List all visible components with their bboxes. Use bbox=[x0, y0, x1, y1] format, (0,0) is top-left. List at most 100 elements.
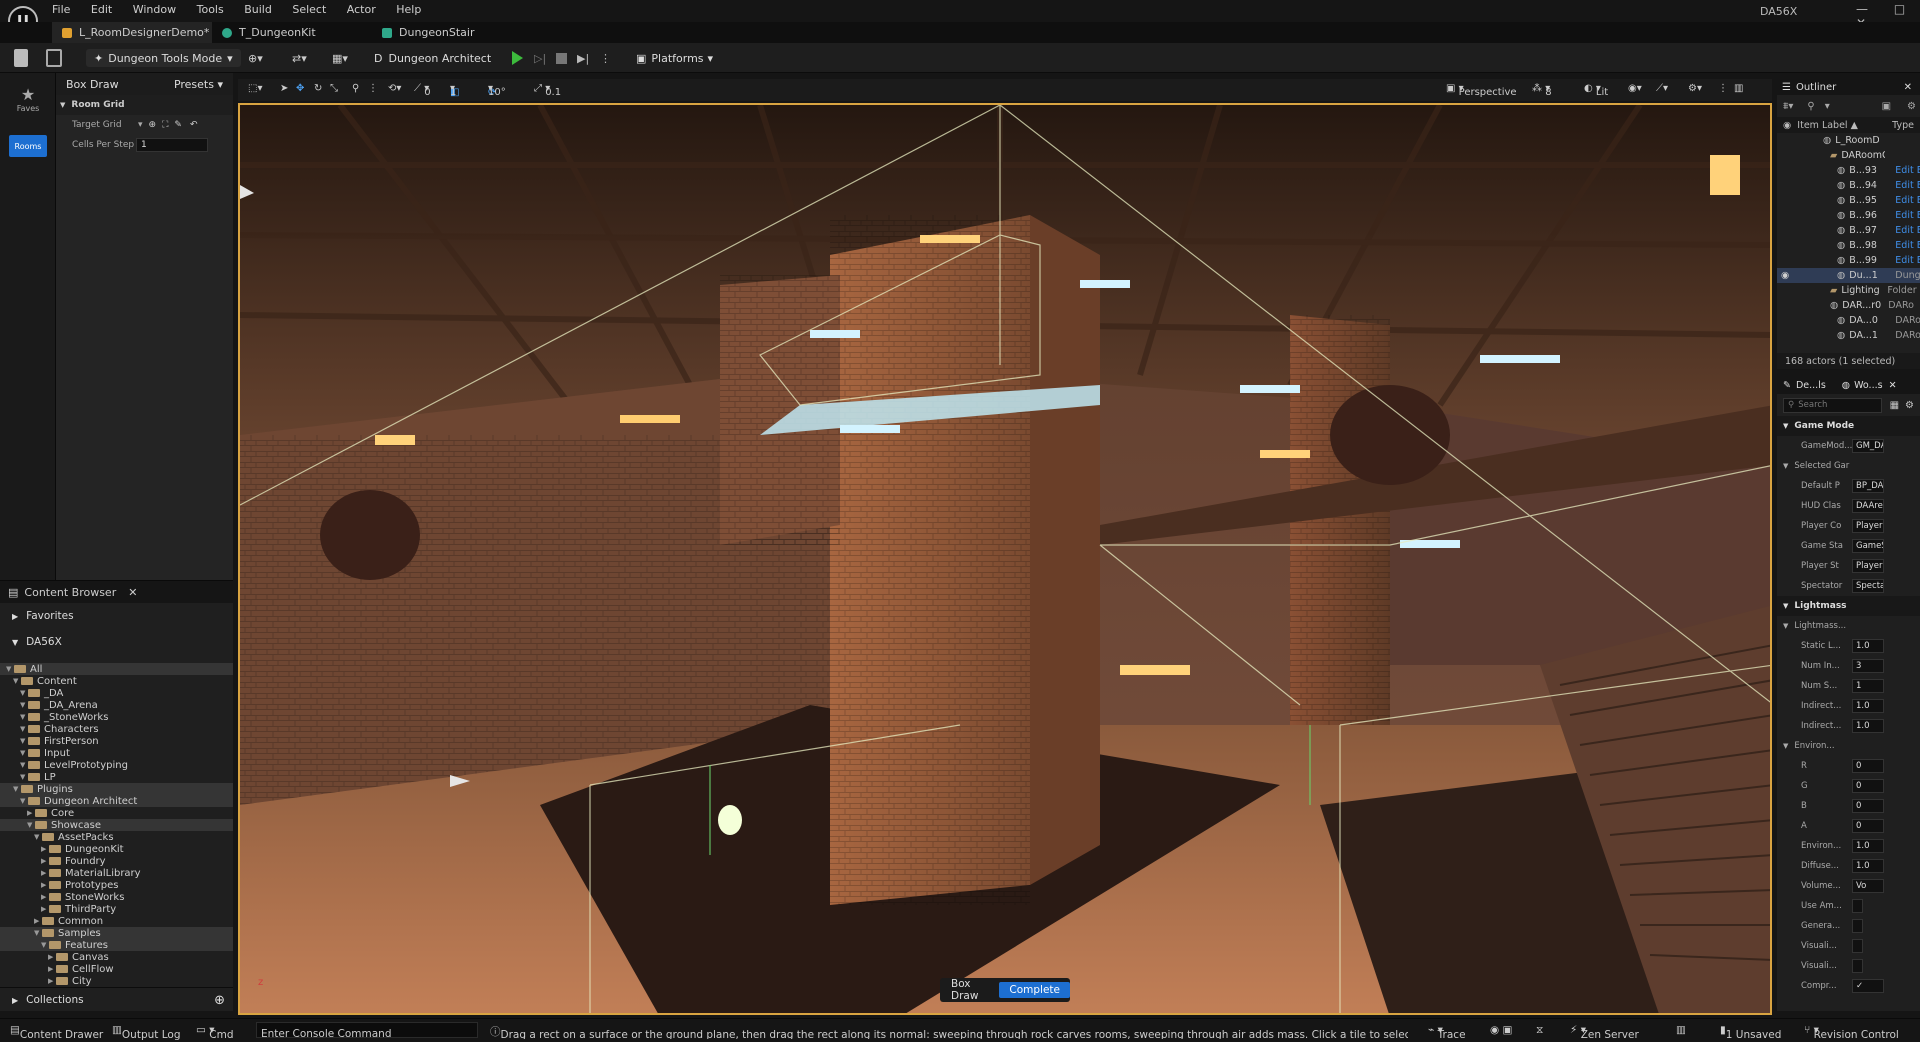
zen-server-button[interactable]: ⚡ Zen Server ▾ bbox=[1570, 1024, 1639, 1041]
rotate-icon[interactable]: ↻ bbox=[314, 83, 322, 94]
chevron-icon[interactable]: ▼ bbox=[20, 701, 28, 709]
cells-per-step-input[interactable]: 1 bbox=[136, 138, 208, 152]
menu-actor[interactable]: Actor bbox=[347, 3, 376, 16]
camera-speed[interactable]: ⁂ 8 ▾ bbox=[1532, 83, 1552, 98]
outliner-row[interactable]: ◍ DA...0 DARo bbox=[1777, 313, 1920, 328]
outliner-row[interactable]: ◍L_RoomDesigner bbox=[1777, 133, 1920, 148]
chevron-icon[interactable]: ▶ bbox=[48, 965, 56, 973]
tree-folder-item[interactable]: ▼ Samples bbox=[0, 927, 233, 939]
details-search-input[interactable]: ⚲ Search bbox=[1783, 397, 1882, 413]
property-value-field[interactable]: 1.0 bbox=[1852, 719, 1884, 733]
menu-help[interactable]: Help bbox=[396, 3, 421, 16]
outliner-row[interactable]: ▰DARoomGridAc bbox=[1777, 148, 1920, 163]
visualize-icon[interactable]: ⟋▾ bbox=[1656, 83, 1668, 94]
tree-folder-item[interactable]: ▶ CellFlow bbox=[0, 963, 233, 975]
console-input[interactable]: Enter Console Command bbox=[256, 1022, 478, 1040]
chevron-icon[interactable]: ▼ bbox=[20, 725, 28, 733]
tree-folder-item[interactable]: ▶ ThirdParty bbox=[0, 903, 233, 915]
chevron-icon[interactable]: ▶ bbox=[41, 869, 49, 877]
outliner-row[interactable]: ◍ B...97 Edit E bbox=[1777, 223, 1920, 238]
outliner-item-type[interactable]: Edit E bbox=[1895, 225, 1920, 236]
details-subsection[interactable]: ▼ Selected Gar bbox=[1777, 456, 1920, 476]
outliner-row[interactable]: ◍ B...93 Edit E bbox=[1777, 163, 1920, 178]
details-section[interactable]: ▼ Lightmass bbox=[1777, 596, 1920, 616]
tree-folder-item[interactable]: ▼ Features bbox=[0, 939, 233, 951]
tree-folder-item[interactable]: ▼ Showcase bbox=[0, 819, 233, 831]
property-value-field[interactable]: Spectato bbox=[1852, 579, 1884, 593]
reset-icon[interactable]: ⊕ bbox=[149, 120, 157, 130]
blueprint-button[interactable]: ⇄▾ bbox=[292, 49, 307, 67]
close-icon[interactable]: ✕ bbox=[1889, 380, 1897, 391]
tree-folder-item[interactable]: ▼ All bbox=[0, 663, 233, 675]
chevron-icon[interactable]: ▶ bbox=[41, 881, 49, 889]
tree-folder-item[interactable]: ▶ Canvas bbox=[0, 951, 233, 963]
property-value-field[interactable] bbox=[1852, 919, 1863, 933]
outliner-item-type[interactable]: Edit E bbox=[1895, 255, 1920, 266]
outliner-row[interactable]: ◍ DA...1 DARo bbox=[1777, 328, 1920, 343]
snap-icon-a[interactable]: ⟋ 0 ▾ bbox=[414, 83, 431, 98]
property-value-field[interactable]: DAArena bbox=[1852, 499, 1884, 513]
outliner-row[interactable]: ◍ B...98 Edit E bbox=[1777, 238, 1920, 253]
tree-folder-item[interactable]: ▶ City bbox=[0, 975, 233, 987]
minimize-icon[interactable]: — bbox=[1856, 2, 1868, 16]
save-icon[interactable] bbox=[14, 49, 28, 67]
tree-folder-item[interactable]: ▼ Plugins bbox=[0, 783, 233, 795]
chevron-icon[interactable]: ▶ bbox=[48, 953, 56, 961]
output-log-button[interactable]: ▥ Output Log bbox=[112, 1024, 181, 1041]
chevron-down-icon[interactable]: ▾ bbox=[1825, 101, 1830, 112]
derived-data-icon[interactable]: ⧖ bbox=[1536, 1024, 1543, 1037]
details-tab[interactable]: De...ls bbox=[1796, 380, 1826, 391]
tree-folder-item[interactable]: ▶ Core bbox=[0, 807, 233, 819]
rotation-snap[interactable]: ⟳ 10° ▾ bbox=[488, 83, 506, 98]
add-actor-button[interactable]: ⊕▾ bbox=[248, 49, 263, 67]
close-icon[interactable]: ✕ bbox=[1904, 82, 1912, 93]
outliner-item-type[interactable]: Edit E bbox=[1895, 180, 1920, 191]
scale-icon[interactable]: ⤡ bbox=[330, 83, 338, 94]
details-subsection[interactable]: ▼ Lightmass... bbox=[1777, 616, 1920, 636]
chevron-icon[interactable]: ▼ bbox=[34, 833, 42, 841]
outliner-row[interactable]: ◍ B...94 Edit E bbox=[1777, 178, 1920, 193]
tree-folder-item[interactable]: ▼ LevelPrototyping bbox=[0, 759, 233, 771]
chevron-icon[interactable]: ▼ bbox=[20, 713, 28, 721]
property-value-field[interactable]: 1.0 bbox=[1852, 639, 1884, 653]
layout-icon[interactable]: ▥ bbox=[1734, 83, 1743, 94]
menu-tools[interactable]: Tools bbox=[197, 3, 224, 16]
snap-toggle-icon[interactable]: ⟲▾ bbox=[388, 83, 401, 94]
menu-file[interactable]: File bbox=[52, 3, 70, 16]
chevron-icon[interactable]: ▼ bbox=[41, 941, 49, 949]
menu-window[interactable]: Window bbox=[133, 3, 176, 16]
select-icon[interactable]: ➤ bbox=[280, 83, 288, 94]
tab-level[interactable]: L_RoomDesignerDemo* bbox=[52, 22, 212, 43]
source-icon[interactable]: ▥ bbox=[1676, 1024, 1686, 1036]
coord-system-icon[interactable]: ⚲ bbox=[352, 83, 359, 94]
chevron-icon[interactable]: ▶ bbox=[41, 905, 49, 913]
chevron-icon[interactable]: ▼ bbox=[20, 797, 28, 805]
chevron-icon[interactable]: ▼ bbox=[27, 821, 35, 829]
property-value-field[interactable] bbox=[1852, 939, 1863, 953]
chevron-icon[interactable]: ▼ bbox=[34, 929, 42, 937]
eyedropper-icon[interactable]: ✎ bbox=[174, 120, 182, 130]
project-section[interactable]: ▼ DA56X bbox=[0, 629, 233, 655]
property-value-field[interactable]: PlayerCo bbox=[1852, 519, 1884, 533]
property-value-field[interactable]: 0 bbox=[1852, 759, 1884, 773]
tree-folder-item[interactable]: ▼ LP bbox=[0, 771, 233, 783]
menu-build[interactable]: Build bbox=[244, 3, 272, 16]
chevron-icon[interactable]: ▼ bbox=[20, 737, 28, 745]
outliner-item-type[interactable]: Edit E bbox=[1895, 210, 1920, 221]
outliner-item-type[interactable]: Edit E bbox=[1895, 240, 1920, 251]
chevron-icon[interactable]: ▶ bbox=[48, 977, 56, 985]
content-icon[interactable] bbox=[46, 49, 62, 67]
world-settings-tab[interactable]: Wo...s bbox=[1854, 380, 1883, 391]
type-column[interactable]: Type bbox=[1892, 120, 1914, 131]
tree-folder-item[interactable]: ▼ _DA_Arena bbox=[0, 699, 233, 711]
tree-folder-item[interactable]: ▼ Characters bbox=[0, 723, 233, 735]
property-value-field[interactable]: 0 bbox=[1852, 799, 1884, 813]
settings-icon[interactable]: ⚙ bbox=[1905, 400, 1914, 411]
revision-control-button[interactable]: ⑂ Revision Control ▾ bbox=[1804, 1024, 1899, 1041]
target-grid-dropdown[interactable]: ▾ bbox=[138, 120, 143, 130]
property-value-field[interactable] bbox=[1852, 959, 1863, 973]
chevron-icon[interactable]: ▶ bbox=[27, 809, 35, 817]
outliner-row[interactable]: ◉ ◍Du...1 Dungeon bbox=[1777, 268, 1920, 283]
property-value-field[interactable]: 1 bbox=[1852, 679, 1884, 693]
close-icon[interactable]: ✕ bbox=[128, 586, 137, 599]
